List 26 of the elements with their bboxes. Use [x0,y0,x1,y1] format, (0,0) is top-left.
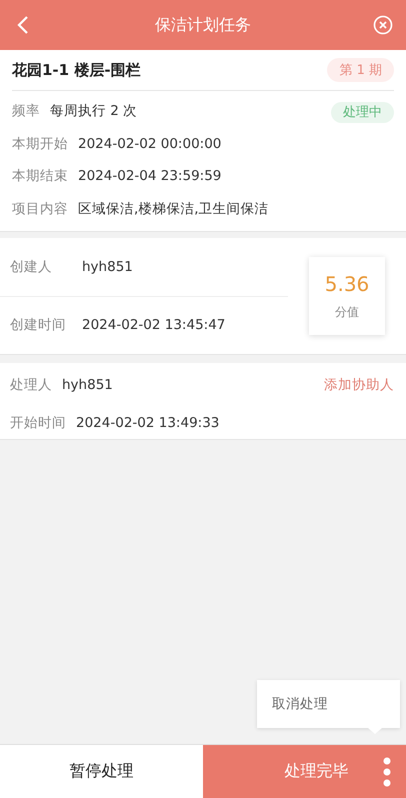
field-value: hyh851 [82,258,133,275]
period-badge: 第 1 期 [327,58,394,82]
score-value: 5.36 [324,272,370,296]
score-label: 分值 [335,304,359,320]
status-badge: 处理中 [331,102,394,123]
task-name: 花园1-1 楼层-围栏 [12,60,141,80]
field-label: 本期开始 [12,134,68,153]
field-label: 项目内容 [12,200,68,218]
field-label: 开始时间 [10,414,66,432]
menu-item[interactable]: 取消处理 [272,695,328,713]
field-value: 每周执行 2 次 [50,102,138,120]
field-label: 本期结束 [12,167,68,186]
field-label: 处理人 [10,376,52,394]
field-label: 频率 [12,102,40,120]
page-title: 保洁计划任务 [155,14,251,36]
field-value: 2024-02-02 00:00:00 [78,136,222,152]
field-label: 创建时间 [10,316,67,334]
pause-button[interactable]: 暂停处理 [0,745,203,798]
field-value: 2024-02-02 13:45:47 [82,317,226,334]
close-icon[interactable] [372,14,394,36]
field-label: 创建人 [10,258,53,276]
more-icon[interactable] [382,756,392,788]
field-value: hyh851 [62,377,113,393]
field-value: 区域保洁,楼梯保洁,卫生间保洁 [78,200,269,218]
field-value: 2024-02-04 23:59:59 [78,168,222,184]
field-value: 2024-02-02 13:49:33 [76,415,220,431]
